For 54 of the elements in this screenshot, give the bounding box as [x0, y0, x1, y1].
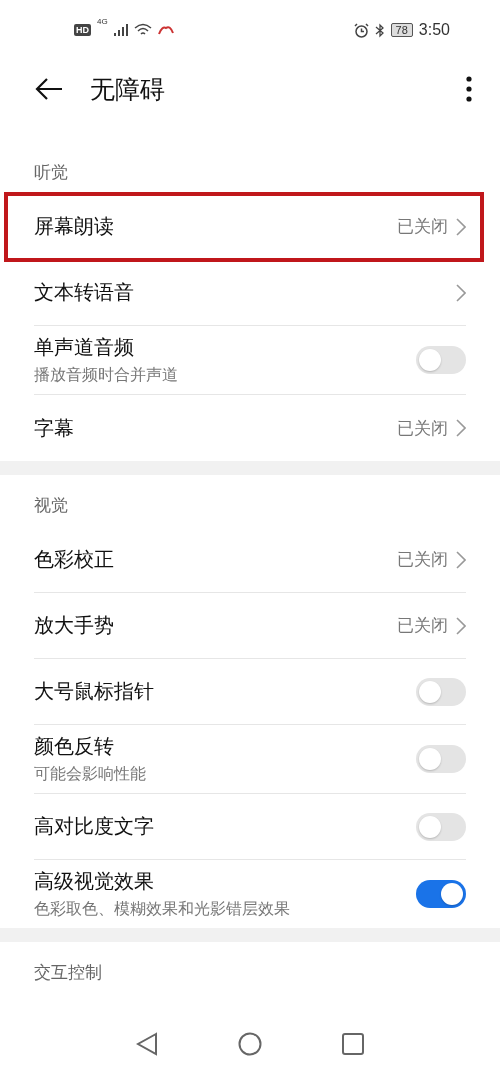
app-logo-icon	[157, 25, 174, 35]
toggle-switch[interactable]	[416, 346, 466, 374]
more-menu-button[interactable]	[466, 76, 472, 102]
chevron-right-icon[interactable]	[456, 616, 466, 635]
settings-row[interactable]: 高对比度文字	[34, 794, 466, 860]
home-nav-button[interactable]	[238, 1032, 262, 1056]
status-value: 已关闭	[397, 215, 448, 238]
setting-description: 色彩取色、模糊效果和光影错层效果	[34, 899, 291, 920]
bluetooth-icon	[374, 22, 385, 38]
settings-row[interactable]: 字幕 已关闭	[34, 395, 466, 461]
hd-badge: HD	[74, 24, 91, 36]
toggle-switch[interactable]	[416, 745, 466, 773]
setting-title: 大号鼠标指针	[34, 678, 155, 705]
toggle-switch[interactable]	[416, 812, 466, 841]
settings-row[interactable]: 放大手势 已关闭	[34, 593, 466, 659]
setting-title: 单声道音频	[34, 334, 135, 361]
setting-description: 播放音频时合并声道	[34, 365, 179, 386]
setting-title: 色彩校正	[34, 546, 115, 573]
settings-row[interactable]: 单声道音频 播放音频时合并声道	[34, 326, 466, 395]
settings-row[interactable]: 大号鼠标指针	[34, 659, 466, 725]
setting-title: 颜色反转	[34, 733, 115, 760]
signal-icon	[113, 24, 128, 36]
setting-title: 屏幕朗读	[34, 213, 115, 240]
clock-time: 3:50	[418, 21, 450, 39]
chevron-right-icon[interactable]	[456, 283, 466, 302]
section-header: 听觉	[34, 161, 68, 184]
alarm-icon	[353, 22, 369, 38]
network-type: 4G	[97, 17, 108, 26]
setting-title: 高对比度文字	[34, 813, 155, 840]
settings-row[interactable]: 文本转语音	[34, 260, 466, 326]
wifi-icon	[133, 23, 152, 37]
settings-row[interactable]: 色彩校正 已关闭	[34, 527, 466, 593]
setting-title: 高级视觉效果	[34, 868, 155, 895]
toggle-switch[interactable]	[416, 677, 466, 706]
back-button[interactable]	[34, 77, 64, 101]
toggle-switch[interactable]	[416, 880, 466, 908]
status-value: 已关闭	[397, 416, 448, 440]
settings-row[interactable]: 颜色反转 可能会影响性能	[34, 725, 466, 794]
page-title: 无障碍	[90, 73, 166, 106]
chevron-right-icon[interactable]	[456, 419, 466, 437]
status-value: 已关闭	[397, 614, 448, 637]
setting-description: 可能会影响性能	[34, 764, 147, 785]
recents-nav-button[interactable]	[342, 1033, 364, 1055]
setting-title: 放大手势	[34, 612, 115, 639]
settings-row[interactable]: 高级视觉效果 色彩取色、模糊效果和光影错层效果	[34, 860, 466, 928]
section-header: 交互控制	[34, 961, 102, 984]
chevron-right-icon[interactable]	[456, 217, 466, 236]
battery-level: 78	[390, 23, 413, 37]
back-nav-button[interactable]	[136, 1032, 158, 1056]
section-header: 视觉	[34, 494, 68, 517]
setting-title: 文本转语音	[34, 279, 135, 306]
setting-title: 字幕	[34, 414, 75, 442]
chevron-right-icon[interactable]	[456, 550, 466, 569]
status-value: 已关闭	[397, 548, 448, 571]
